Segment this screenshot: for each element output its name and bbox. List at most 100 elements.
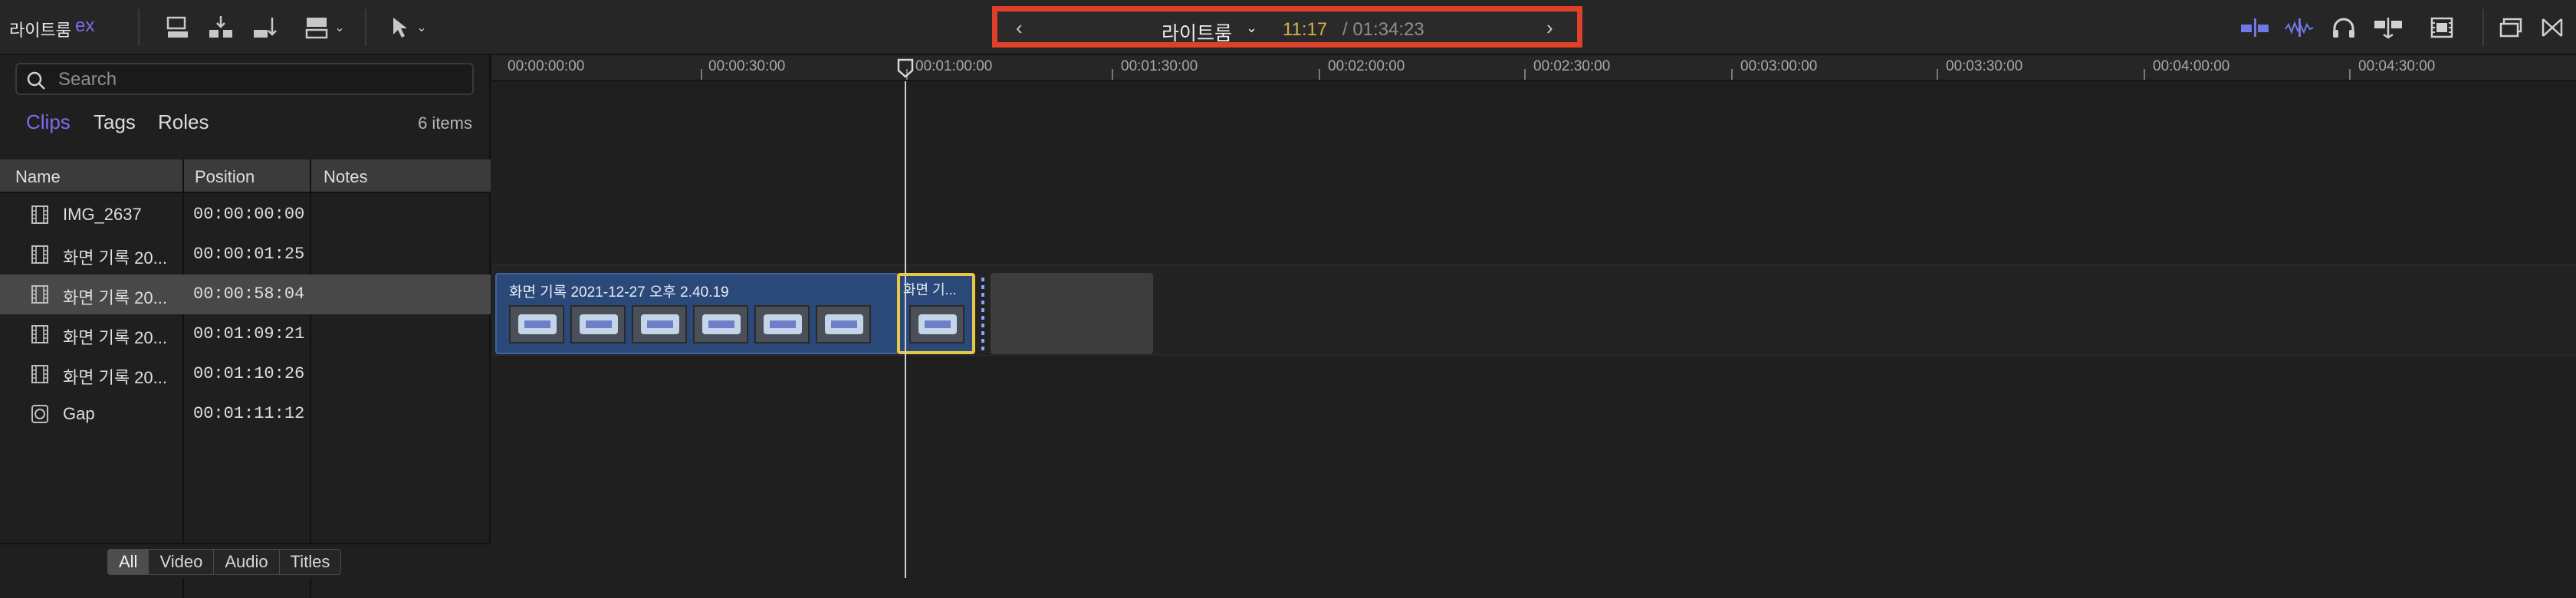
select-tool-button[interactable]: ⌄ bbox=[385, 11, 432, 44]
snapping-icon bbox=[2374, 18, 2402, 39]
tab-clips[interactable]: Clips bbox=[26, 110, 71, 134]
ruler-label: 00:01:30:00 bbox=[1121, 58, 1198, 74]
clip-title: 화면 기... bbox=[903, 282, 957, 297]
library-suffix: ex bbox=[75, 15, 95, 36]
filter-video-button[interactable]: Video bbox=[149, 549, 215, 575]
total-duration: / 01:34:23 bbox=[1342, 19, 1424, 40]
clip-name: IMG_2637 bbox=[63, 205, 142, 224]
clip-thumbnail bbox=[570, 305, 626, 343]
filter-titles-button[interactable]: Titles bbox=[279, 549, 342, 575]
ruler-label: 00:00:30:00 bbox=[708, 58, 786, 74]
column-header-notes[interactable]: Notes bbox=[324, 167, 367, 187]
clip-thumbnail bbox=[693, 305, 748, 343]
ruler-label: 00:04:00:00 bbox=[2153, 58, 2230, 74]
table-row-selected[interactable]: 화면 기록 20... 00:00:58:04 bbox=[0, 274, 491, 314]
tab-roles[interactable]: Roles bbox=[158, 110, 209, 134]
solo-button[interactable] bbox=[2328, 12, 2360, 43]
film-icon bbox=[31, 245, 48, 264]
search-input[interactable] bbox=[58, 69, 457, 90]
clip-name: Gap bbox=[63, 404, 95, 423]
clip-position: 00:00:00:00 bbox=[193, 205, 305, 224]
ruler-tick bbox=[1731, 69, 1733, 80]
ruler-tick bbox=[1937, 69, 1938, 80]
ruler-tick bbox=[701, 69, 702, 80]
film-icon bbox=[31, 325, 48, 343]
append-clip-icon bbox=[254, 18, 277, 38]
search-icon bbox=[27, 71, 45, 90]
chevron-down-icon[interactable]: ⌄ bbox=[1246, 20, 1257, 36]
ruler-label: 00:01:00:00 bbox=[915, 58, 993, 74]
table-row[interactable]: 화면 기록 20... 00:00:01:25 bbox=[0, 235, 491, 274]
timeline-ruler[interactable]: 00:00:00:00 00:00:30:00 00:01:00:00 00:0… bbox=[492, 55, 2576, 81]
insert-clip-icon bbox=[209, 16, 232, 38]
inspector-toggle-button[interactable] bbox=[2536, 12, 2568, 43]
table-row[interactable]: Gap 00:01:11:12 bbox=[0, 394, 491, 434]
timeline-panel[interactable]: 00:00:00:00 00:00:30:00 00:01:00:00 00:0… bbox=[492, 55, 2576, 578]
skimming-icon bbox=[2241, 18, 2269, 37]
items-count: 6 items bbox=[418, 113, 472, 133]
clip-filmstrip bbox=[509, 305, 871, 343]
ruler-label: 00:02:30:00 bbox=[1533, 58, 1611, 74]
clip-name: 화면 기록 20... bbox=[63, 368, 167, 387]
timeline-clip[interactable]: 화면 기록 2021-12-27 오후 2.40.19 bbox=[495, 273, 899, 354]
clip-position: 00:01:11:12 bbox=[193, 404, 305, 423]
clip-thumbnail bbox=[632, 305, 687, 343]
audio-skimming-icon bbox=[2285, 18, 2314, 37]
column-header-position[interactable]: Position bbox=[195, 167, 255, 187]
clip-position: 00:01:10:26 bbox=[193, 364, 305, 383]
table-row[interactable]: 화면 기록 20... 00:01:09:21 bbox=[0, 314, 491, 354]
clip-position: 00:00:58:04 bbox=[193, 284, 305, 304]
clip-thumbnail bbox=[754, 305, 810, 343]
bowtie-icon bbox=[2542, 18, 2563, 37]
ruler-label: 00:03:00:00 bbox=[1740, 58, 1818, 74]
filter-audio-button[interactable]: Audio bbox=[214, 549, 280, 575]
table-row[interactable]: 화면 기록 20... 00:01:10:26 bbox=[0, 354, 491, 394]
connect-clip-button[interactable] bbox=[163, 11, 193, 44]
filter-all-button[interactable]: All bbox=[107, 549, 150, 575]
ruler-tick bbox=[1319, 69, 1320, 80]
clip-thumbnail bbox=[816, 305, 871, 343]
ruler-tick bbox=[1112, 69, 1113, 80]
playhead-handle-icon[interactable] bbox=[897, 58, 914, 78]
toolbar: 라이트룸 ex ⌄ ⌄ ‹ 라이트룸 ⌄ 11:17 / 01:34:23 › bbox=[0, 0, 2576, 55]
window-icon bbox=[2499, 18, 2522, 38]
overwrite-clip-icon bbox=[306, 18, 328, 39]
table-row[interactable]: IMG_2637 00:00:00:00 bbox=[0, 195, 491, 235]
append-clip-button[interactable] bbox=[250, 11, 281, 44]
overwrite-clip-button[interactable]: ⌄ bbox=[301, 11, 348, 44]
previous-history-button[interactable]: ‹ bbox=[1016, 16, 1023, 40]
clip-appearance-button[interactable] bbox=[2426, 12, 2458, 43]
film-icon bbox=[31, 285, 48, 304]
connect-clip-icon bbox=[166, 16, 188, 38]
browser-panel: Clips Tags Roles 6 items Name Position N… bbox=[0, 55, 491, 598]
ruler-label: 00:04:30:00 bbox=[2358, 58, 2436, 74]
tab-tags[interactable]: Tags bbox=[94, 110, 136, 134]
skimming-button[interactable] bbox=[2239, 12, 2271, 43]
clip-appearance-icon bbox=[2430, 17, 2453, 38]
audio-skimming-button[interactable] bbox=[2283, 12, 2315, 43]
clip-thumbnail bbox=[909, 305, 964, 343]
current-timecode: 11:17 bbox=[1283, 19, 1328, 40]
gap-clip[interactable] bbox=[991, 273, 1153, 354]
timeline-navigator: ‹ 라이트룸 ⌄ 11:17 / 01:34:23 › bbox=[992, 6, 1582, 48]
clip-position: 00:01:09:21 bbox=[193, 324, 305, 343]
clip-name: 화면 기록 20... bbox=[63, 248, 167, 268]
browser-toggle-button[interactable] bbox=[2495, 12, 2527, 43]
ruler-tick bbox=[2349, 69, 2351, 80]
clip-title: 화면 기록 2021-12-27 오후 2.40.19 bbox=[509, 284, 729, 301]
timeline-clip-selected[interactable]: 화면 기... bbox=[897, 273, 975, 354]
insert-clip-button[interactable] bbox=[205, 11, 236, 44]
ruler-label: 00:03:30:00 bbox=[1946, 58, 2023, 74]
search-field[interactable] bbox=[15, 63, 474, 95]
project-title[interactable]: 라이트룸 bbox=[1162, 18, 1232, 46]
snapping-button[interactable] bbox=[2372, 12, 2404, 43]
ruler-label: 00:00:00:00 bbox=[508, 58, 585, 74]
ruler-tick bbox=[1524, 69, 1526, 80]
next-history-button[interactable]: › bbox=[1546, 16, 1553, 40]
chevron-down-icon: ⌄ bbox=[416, 21, 427, 34]
library-title[interactable]: 라이트룸 bbox=[9, 17, 71, 41]
chevron-down-icon: ⌄ bbox=[334, 21, 345, 34]
ruler-tick bbox=[2144, 69, 2145, 80]
column-header-name[interactable]: Name bbox=[15, 167, 61, 187]
playhead[interactable] bbox=[905, 81, 906, 578]
